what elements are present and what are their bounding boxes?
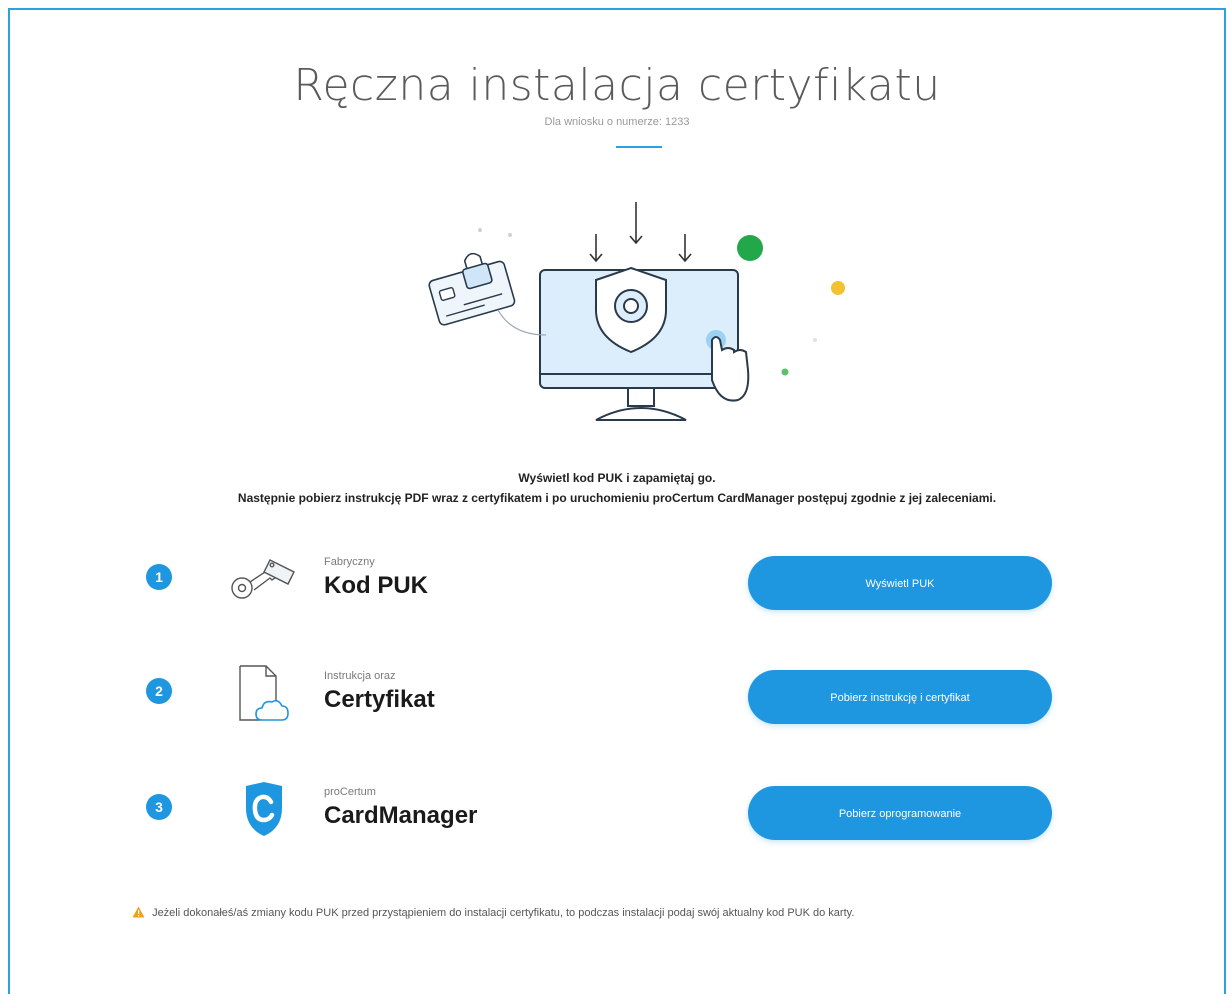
step-title: Certyfikat: [324, 686, 435, 713]
step-title: CardManager: [324, 802, 478, 829]
step-title: Kod PUK: [324, 572, 428, 599]
instruction-line-2: Następnie pobierz instrukcję PDF wraz z …: [237, 491, 997, 505]
step-subtitle: proCertum: [324, 786, 376, 798]
step-number: 2: [146, 678, 172, 704]
puk-warning: Jeżeli dokonałeś/aś zmiany kodu PUK prze…: [132, 906, 854, 919]
page-title: Ręczna instalacja certyfikatu: [293, 60, 941, 111]
green-dot: [737, 235, 763, 261]
download-software-button[interactable]: Pobierz oprogramowanie: [748, 786, 1052, 840]
step-number: 3: [146, 794, 172, 820]
shield-c-icon: [246, 782, 282, 836]
instruction-line-1: Wyświetl kod PUK i zapamiętaj go.: [518, 471, 716, 485]
step-cardmanager: 3 proCertum CardManager Pobierz oprogram…: [140, 782, 1060, 846]
title-divider: [616, 146, 662, 148]
warning-text: Jeżeli dokonałeś/aś zmiany kodu PUK prze…: [152, 907, 855, 919]
show-puk-button[interactable]: Wyświetl PUK: [748, 556, 1052, 610]
hero-illustration: [428, 202, 845, 421]
step-certificate: 2 Instrukcja oraz Certyfikat Pobierz ins…: [140, 665, 1060, 730]
page-frame: Ręczna instalacja certyfikatu Dla wniosk…: [8, 8, 1226, 994]
key-tag-icon: [231, 559, 295, 599]
step-subtitle: Instrukcja oraz: [324, 670, 396, 682]
yellow-dot: [831, 281, 845, 295]
step-puk: 1 Fabryczny Kod PUK Wyświetl PUK: [140, 556, 1060, 616]
page-subtitle: Dla wniosku o numerze: 1233: [544, 116, 690, 128]
instructions: Wyświetl kod PUK i zapamiętaj go. Następ…: [10, 468, 1224, 508]
document-cloud-icon: [239, 665, 289, 721]
step-subtitle: Fabryczny: [324, 556, 375, 568]
download-instructions-certificate-button[interactable]: Pobierz instrukcję i certyfikat: [748, 670, 1052, 724]
step-number: 1: [146, 564, 172, 590]
warning-triangle-icon: [132, 906, 145, 918]
